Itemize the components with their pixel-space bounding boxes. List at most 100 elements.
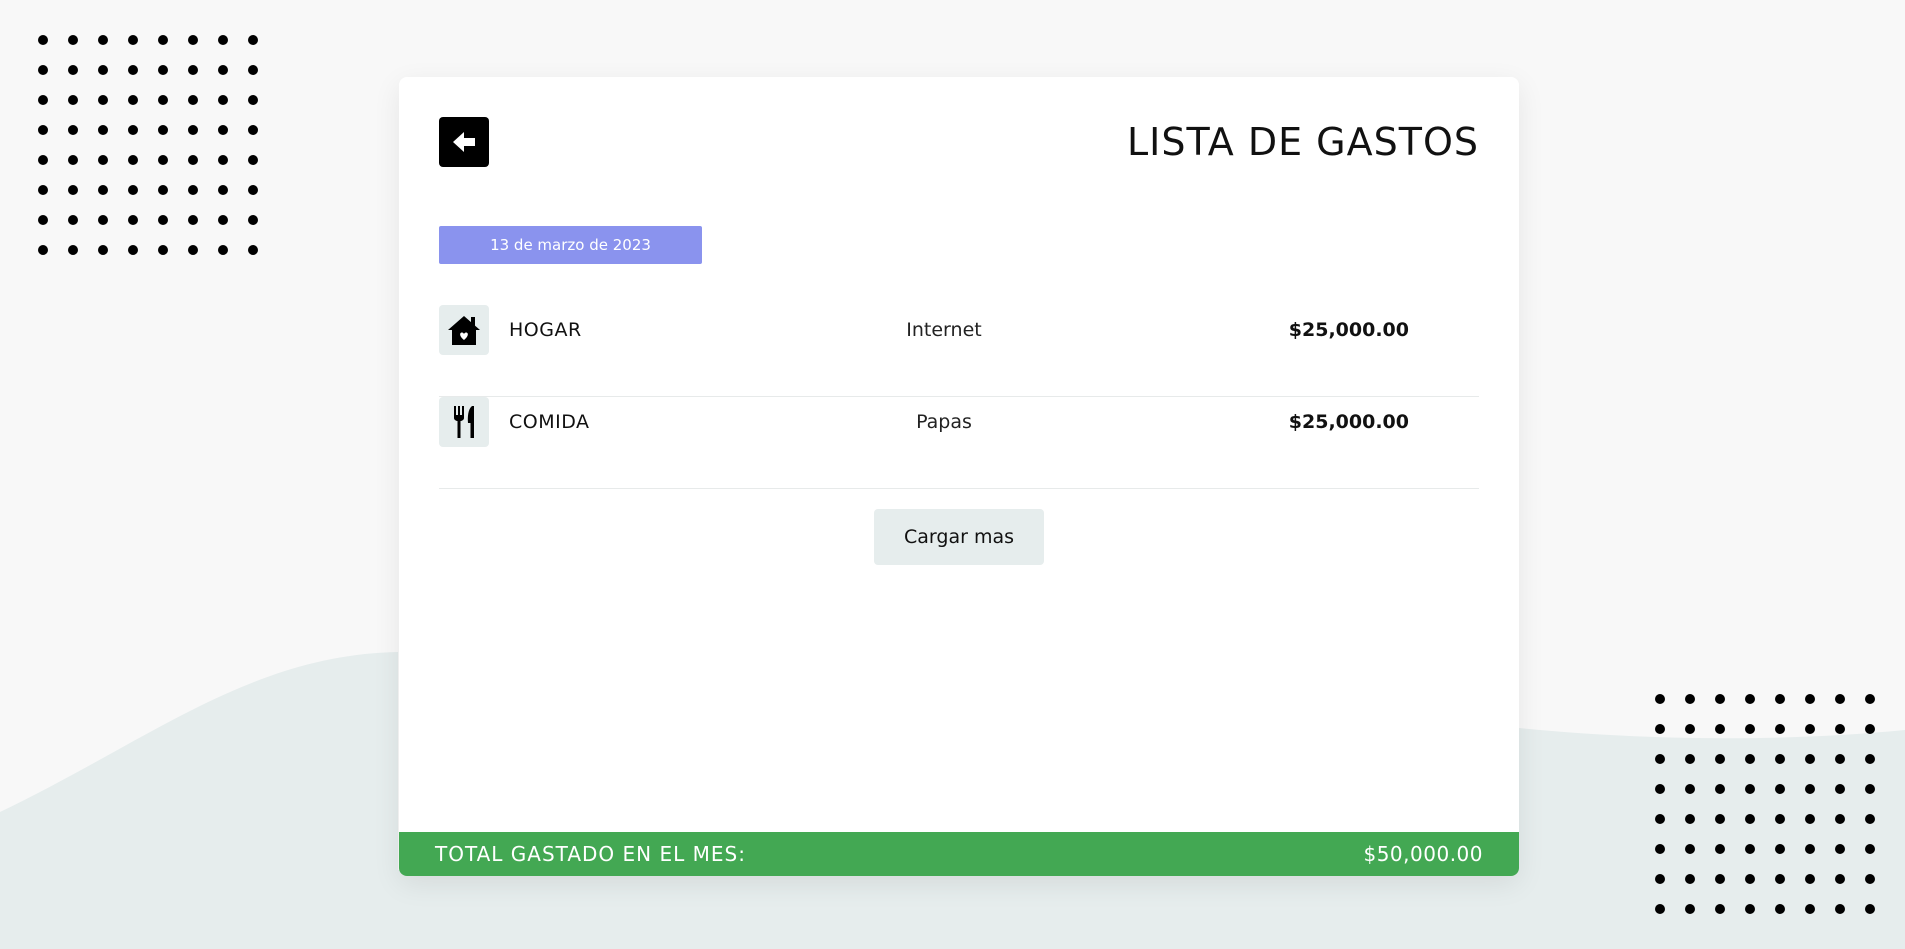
category-name: COMIDA <box>509 411 590 433</box>
decorative-dot <box>158 245 168 255</box>
decorative-dot <box>188 215 198 225</box>
decorative-dots-top-left <box>38 35 278 275</box>
decorative-dot <box>248 155 258 165</box>
decorative-dot <box>68 65 78 75</box>
decorative-dot <box>248 95 258 105</box>
decorative-dot <box>1835 724 1845 734</box>
decorative-dot <box>1835 784 1845 794</box>
decorative-dot <box>188 185 198 195</box>
decorative-dot <box>158 95 168 105</box>
decorative-dot <box>1775 754 1785 764</box>
decorative-dot <box>1655 844 1665 854</box>
decorative-dot <box>1805 784 1815 794</box>
decorative-dot <box>68 245 78 255</box>
decorative-dot <box>1835 844 1845 854</box>
decorative-dot <box>1775 904 1785 914</box>
decorative-dot <box>1805 754 1815 764</box>
decorative-dot <box>158 185 168 195</box>
decorative-dot <box>188 125 198 135</box>
decorative-dot <box>1865 814 1875 824</box>
expense-amount: $25,000.00 <box>1288 411 1409 433</box>
decorative-dot <box>1745 784 1755 794</box>
decorative-dot <box>248 35 258 45</box>
list-item: HOGAR Internet $25,000.00 <box>439 305 1479 397</box>
expense-description: Papas <box>916 411 972 433</box>
decorative-dot <box>98 95 108 105</box>
decorative-dot <box>1715 844 1725 854</box>
decorative-dot <box>1685 814 1695 824</box>
decorative-dot <box>218 125 228 135</box>
decorative-dot <box>1775 784 1785 794</box>
decorative-dot <box>68 35 78 45</box>
decorative-dot <box>98 35 108 45</box>
decorative-dot <box>1655 724 1665 734</box>
decorative-dot <box>1685 754 1695 764</box>
page-title: LISTA DE GASTOS <box>1127 120 1479 164</box>
decorative-dot <box>68 155 78 165</box>
list-item: COMIDA Papas $25,000.00 <box>439 397 1479 489</box>
decorative-dot <box>248 185 258 195</box>
decorative-dot <box>1805 724 1815 734</box>
category-name: HOGAR <box>509 319 582 341</box>
decorative-dot <box>1865 904 1875 914</box>
decorative-dot <box>98 155 108 165</box>
decorative-dot <box>218 35 228 45</box>
decorative-dot <box>1775 724 1785 734</box>
decorative-dot <box>1745 814 1755 824</box>
expense-description: Internet <box>906 319 982 341</box>
decorative-dot <box>1685 844 1695 854</box>
decorative-dot <box>188 65 198 75</box>
category-icon-box <box>439 305 489 355</box>
back-button[interactable] <box>439 117 489 167</box>
decorative-dot <box>188 245 198 255</box>
decorative-dot <box>68 95 78 105</box>
decorative-dot <box>98 65 108 75</box>
decorative-dot <box>248 245 258 255</box>
decorative-dot <box>1655 784 1665 794</box>
decorative-dot <box>1685 724 1695 734</box>
decorative-dot <box>1715 754 1725 764</box>
decorative-dot <box>1715 694 1725 704</box>
decorative-dot <box>1865 784 1875 794</box>
decorative-dot <box>1865 754 1875 764</box>
decorative-dot <box>128 245 138 255</box>
decorative-dot <box>1745 694 1755 704</box>
decorative-dot <box>158 155 168 165</box>
decorative-dot <box>1715 724 1725 734</box>
decorative-dot <box>38 95 48 105</box>
expense-list: HOGAR Internet $25,000.00 COMIDA Papas $… <box>439 305 1479 489</box>
decorative-dot <box>38 125 48 135</box>
expense-list-card: LISTA DE GASTOS 13 de marzo de 2023 HOGA… <box>399 77 1519 876</box>
decorative-dot <box>1655 694 1665 704</box>
decorative-dot <box>1745 844 1755 854</box>
decorative-dot <box>1685 904 1695 914</box>
decorative-dot <box>128 65 138 75</box>
decorative-dot <box>188 95 198 105</box>
decorative-dot <box>38 155 48 165</box>
decorative-dot <box>38 65 48 75</box>
decorative-dot <box>1745 874 1755 884</box>
decorative-dot <box>218 155 228 165</box>
decorative-dot <box>128 155 138 165</box>
decorative-dot <box>158 125 168 135</box>
decorative-dot <box>1685 784 1695 794</box>
decorative-dot <box>188 155 198 165</box>
decorative-dot <box>1805 904 1815 914</box>
decorative-dot <box>98 245 108 255</box>
decorative-dot <box>38 215 48 225</box>
decorative-dot <box>1745 904 1755 914</box>
decorative-dot <box>68 215 78 225</box>
decorative-dot <box>218 245 228 255</box>
decorative-dot <box>68 125 78 135</box>
decorative-dot <box>1775 694 1785 704</box>
decorative-dot <box>1685 694 1695 704</box>
decorative-dot <box>98 125 108 135</box>
decorative-dot <box>1805 844 1815 854</box>
decorative-dot <box>1655 874 1665 884</box>
decorative-dot <box>1715 904 1725 914</box>
decorative-dot <box>1775 814 1785 824</box>
load-more-button[interactable]: Cargar mas <box>874 509 1044 565</box>
decorative-dot <box>1835 814 1845 824</box>
decorative-dot <box>218 65 228 75</box>
decorative-dot <box>1865 724 1875 734</box>
